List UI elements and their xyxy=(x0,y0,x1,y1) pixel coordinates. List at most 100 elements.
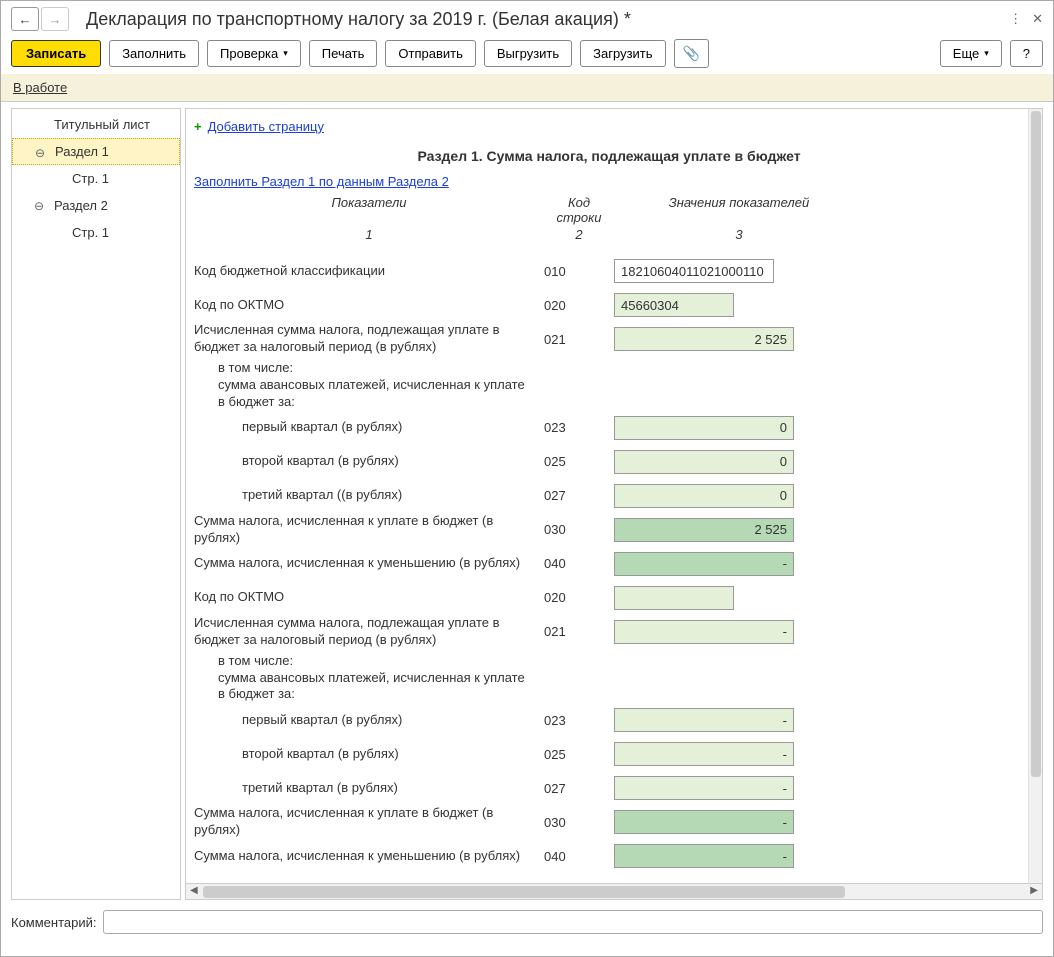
form-row: Сумма налога, исчисленная к уплате в бюд… xyxy=(194,513,1024,547)
tree-item-label: Раздел 2 xyxy=(54,198,108,213)
row-label: в том числе: сумма авансовых платежей, и… xyxy=(194,653,544,704)
more-button[interactable]: Еще ▾ xyxy=(940,40,1002,67)
value-input[interactable]: 0 xyxy=(614,416,794,440)
tree-item-section2[interactable]: ⊖ Раздел 2 xyxy=(12,192,180,219)
form-row: в том числе: сумма авансовых платежей, и… xyxy=(194,356,1024,411)
row-label: Код по ОКТМО xyxy=(194,297,544,314)
row-label: Сумма налога, исчисленная к уплате в бюд… xyxy=(194,805,544,839)
col-header-code: Код строки xyxy=(544,195,614,225)
arrow-left-icon: ← xyxy=(19,12,32,27)
form-row: второй квартал (в рублях)025- xyxy=(194,737,1024,771)
value-input[interactable]: - xyxy=(614,742,794,766)
value-input[interactable]: 45660304 xyxy=(614,293,734,317)
value-input[interactable]: - xyxy=(614,620,794,644)
value-input[interactable] xyxy=(614,586,734,610)
value-input[interactable]: 2 525 xyxy=(614,518,794,542)
row-code: 030 xyxy=(544,815,614,830)
value-input[interactable]: - xyxy=(614,844,794,868)
form-content: + Добавить страницу Раздел 1. Сумма нало… xyxy=(186,109,1042,883)
row-code: 025 xyxy=(544,454,614,469)
print-button[interactable]: Печать xyxy=(309,40,378,67)
value-input[interactable]: 0 xyxy=(614,450,794,474)
col-header-value: Значения показателей xyxy=(614,195,864,225)
col-sub-1: 1 xyxy=(194,227,544,242)
more-button-label: Еще xyxy=(953,46,979,61)
row-code: 023 xyxy=(544,713,614,728)
tree-item-section1[interactable]: ⊖ Раздел 1 xyxy=(12,138,180,165)
value-input[interactable]: 0 xyxy=(614,484,794,508)
row-label: первый квартал (в рублях) xyxy=(194,419,544,436)
row-label: третий квартал (в рублях) xyxy=(194,780,544,797)
help-button[interactable]: ? xyxy=(1010,40,1043,67)
form-row: Сумма налога, исчисленная к уменьшению (… xyxy=(194,839,1024,873)
row-code: 040 xyxy=(544,556,614,571)
col-sub-3: 3 xyxy=(614,227,864,242)
scroll-left-icon[interactable]: ◀ xyxy=(190,885,198,896)
add-page-link[interactable]: Добавить страницу xyxy=(208,119,324,134)
fill-section-link[interactable]: Заполнить Раздел 1 по данным Раздела 2 xyxy=(194,174,449,189)
row-code: 027 xyxy=(544,781,614,796)
minus-icon[interactable]: ⊖ xyxy=(34,199,44,213)
comment-input[interactable] xyxy=(103,910,1044,934)
row-label: Код по ОКТМО xyxy=(194,589,544,606)
send-button[interactable]: Отправить xyxy=(385,40,475,67)
attach-button[interactable]: 📎 xyxy=(674,39,709,68)
tree-item-section2-page1[interactable]: Стр. 1 xyxy=(12,219,180,246)
section-title: Раздел 1. Сумма налога, подлежащая уплат… xyxy=(194,138,1024,174)
form-row: второй квартал (в рублях)0250 xyxy=(194,445,1024,479)
row-code: 030 xyxy=(544,522,614,537)
row-label: в том числе: сумма авансовых платежей, и… xyxy=(194,360,544,411)
row-code: 040 xyxy=(544,849,614,864)
columns-subheader: 1 2 3 xyxy=(194,227,1024,254)
form-row: первый квартал (в рублях)0230 xyxy=(194,411,1024,445)
row-code: 010 xyxy=(544,264,614,279)
form-row: Сумма налога, исчисленная к уплате в бюд… xyxy=(194,805,1024,839)
row-label: второй квартал (в рублях) xyxy=(194,746,544,763)
status-link[interactable]: В работе xyxy=(13,80,67,95)
row-label: Исчисленная сумма налога, подлежащая упл… xyxy=(194,615,544,649)
value-input[interactable]: 2 525 xyxy=(614,327,794,351)
close-icon[interactable]: ✕ xyxy=(1032,11,1043,27)
check-button-label: Проверка xyxy=(220,46,278,61)
value-input[interactable]: - xyxy=(614,810,794,834)
tree-item-section1-page1[interactable]: Стр. 1 xyxy=(12,165,180,192)
row-code: 020 xyxy=(544,298,614,313)
vertical-scrollbar[interactable] xyxy=(1028,109,1042,883)
row-label: третий квартал ((в рублях) xyxy=(194,487,544,504)
form-row: в том числе: сумма авансовых платежей, и… xyxy=(194,649,1024,704)
scroll-right-icon[interactable]: ▶ xyxy=(1030,885,1038,896)
form-row: Код по ОКТМО020 xyxy=(194,581,1024,615)
more-actions-icon[interactable]: ⋮ xyxy=(1009,11,1022,27)
columns-header: Показатели Код строки Значения показател… xyxy=(194,189,1024,227)
nav-forward-button[interactable]: → xyxy=(41,7,69,31)
row-label: Сумма налога, исчисленная к уплате в бюд… xyxy=(194,513,544,547)
row-code: 027 xyxy=(544,488,614,503)
value-input[interactable]: 18210604011021000110 xyxy=(614,259,774,283)
page-title: Декларация по транспортному налогу за 20… xyxy=(86,9,1009,30)
value-input[interactable]: - xyxy=(614,552,794,576)
nav-back-button[interactable]: ← xyxy=(11,7,39,31)
write-button[interactable]: Записать xyxy=(11,40,101,67)
fill-button[interactable]: Заполнить xyxy=(109,40,199,67)
row-code: 025 xyxy=(544,747,614,762)
import-button[interactable]: Загрузить xyxy=(580,40,665,67)
row-code: 023 xyxy=(544,420,614,435)
caret-down-icon: ▾ xyxy=(984,48,989,59)
tree-item-label: Раздел 1 xyxy=(55,144,109,159)
row-label: Исчисленная сумма налога, подлежащая упл… xyxy=(194,322,544,356)
horizontal-scrollbar[interactable]: ◀ ▶ xyxy=(186,883,1042,899)
export-button[interactable]: Выгрузить xyxy=(484,40,572,67)
value-input[interactable]: - xyxy=(614,776,794,800)
form-row: Сумма налога, исчисленная к уменьшению (… xyxy=(194,547,1024,581)
status-bar: В работе xyxy=(1,74,1053,102)
check-button[interactable]: Проверка ▾ xyxy=(207,40,301,67)
comment-label: Комментарий: xyxy=(11,915,97,930)
minus-icon[interactable]: ⊖ xyxy=(35,146,45,160)
row-label: Сумма налога, исчисленная к уменьшению (… xyxy=(194,555,544,572)
value-input[interactable]: - xyxy=(614,708,794,732)
tree-item-title-page[interactable]: Титульный лист xyxy=(12,111,180,138)
form-row: Исчисленная сумма налога, подлежащая упл… xyxy=(194,615,1024,649)
form-row: Исчисленная сумма налога, подлежащая упл… xyxy=(194,322,1024,356)
arrow-right-icon: → xyxy=(49,12,62,27)
toolbar: Записать Заполнить Проверка ▾ Печать Отп… xyxy=(1,33,1053,74)
